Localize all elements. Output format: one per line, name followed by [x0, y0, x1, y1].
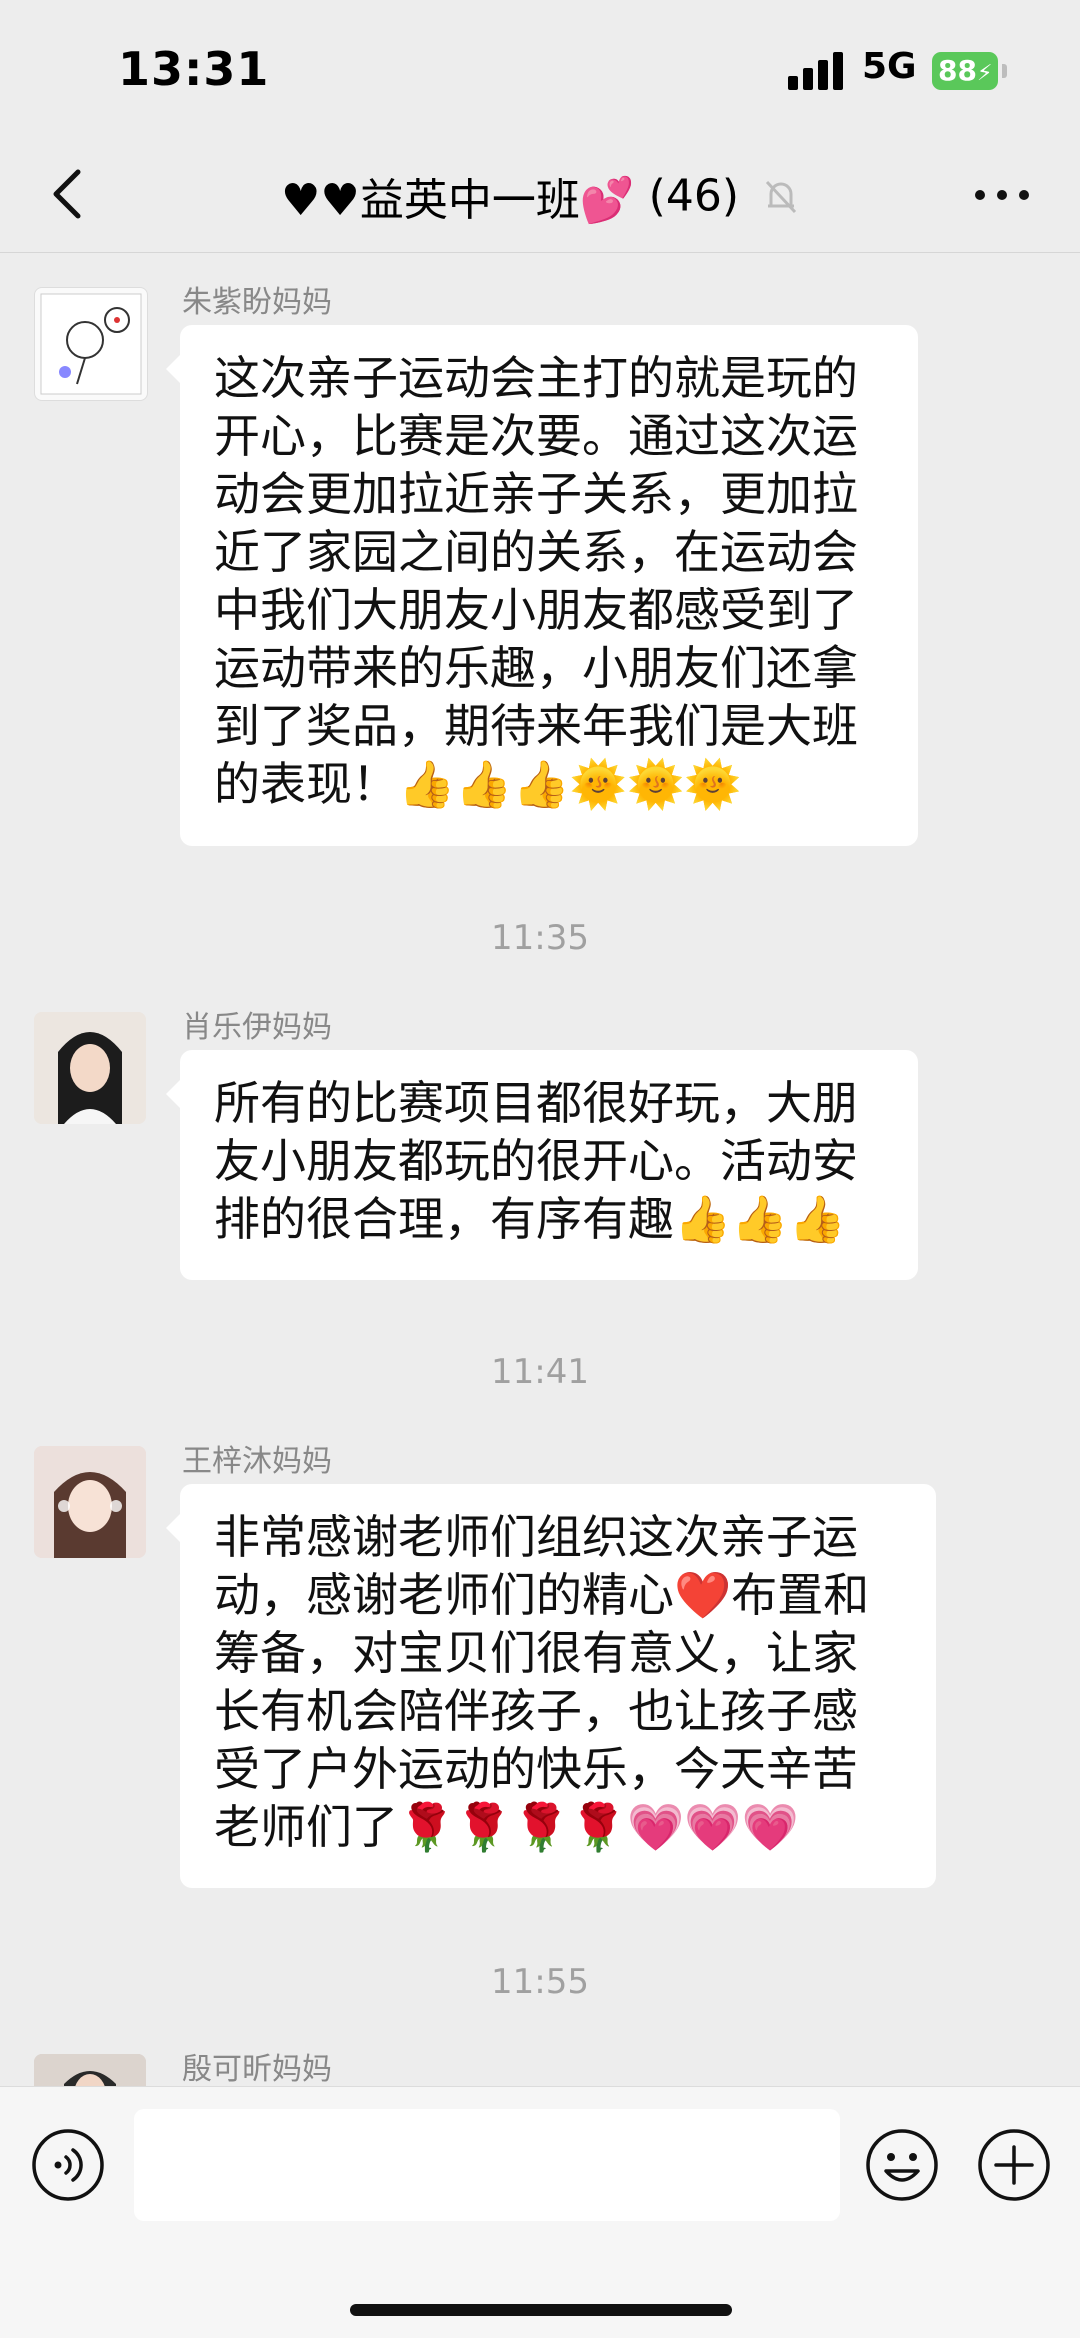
- battery-icon: 88⚡: [932, 52, 998, 90]
- sender-name: 王梓沐妈妈: [182, 1444, 332, 1479]
- battery-tip: [1002, 64, 1007, 78]
- timestamp: 11:41: [491, 1352, 589, 1392]
- voice-icon[interactable]: [30, 2127, 106, 2203]
- sender-name: 朱紫盼妈妈: [182, 285, 332, 320]
- sender-name: 殷可昕妈妈: [182, 2052, 332, 2086]
- timestamp: 11:55: [491, 1962, 589, 2002]
- avatar[interactable]: [34, 1446, 146, 1558]
- message-input-bar: [0, 2086, 1080, 2338]
- message-bubble[interactable]: 这次亲子运动会主打的就是玩的开心，比赛是次要。通过这次运动会更加拉近亲子关系，更…: [166, 325, 918, 846]
- group-name: ♥♥益英中一班💕: [280, 175, 635, 226]
- status-bar: 13:31 5G 88⚡: [0, 0, 1080, 140]
- signal-strength-icon: [788, 52, 848, 90]
- status-time: 13:31: [118, 42, 270, 96]
- avatar[interactable]: [34, 2054, 146, 2086]
- bell-slash-icon: [765, 180, 797, 214]
- chat-title[interactable]: ♥♥益英中一班💕 (46): [0, 164, 1080, 228]
- home-indicator[interactable]: [350, 2304, 732, 2316]
- member-count: (46): [648, 170, 739, 222]
- network-type: 5G: [862, 46, 917, 87]
- avatar[interactable]: [34, 287, 148, 401]
- chat-header: ♥♥益英中一班💕 (46): [0, 140, 1080, 253]
- more-dots-icon[interactable]: [972, 180, 1032, 210]
- avatar[interactable]: [34, 1012, 146, 1124]
- message-input[interactable]: [134, 2109, 840, 2221]
- plus-icon[interactable]: [976, 2127, 1052, 2203]
- sender-name: 肖乐伊妈妈: [182, 1010, 332, 1045]
- message-bubble[interactable]: 所有的比赛项目都很好玩，大朋友小朋友都玩的很开心。活动安排的很合理，有序有趣👍👍…: [166, 1050, 918, 1280]
- battery-level: 88: [938, 54, 977, 87]
- message-bubble[interactable]: 非常感谢老师们组织这次亲子运动，感谢老师们的精心❤️布置和筹备，对宝贝们很有意义…: [166, 1484, 936, 1888]
- emoji-icon[interactable]: [864, 2127, 940, 2203]
- chat-message-list[interactable]: 朱紫盼妈妈 这次亲子运动会主打的就是玩的开心，比赛是次要。通过这次运动会更加拉近…: [0, 254, 1080, 2086]
- timestamp: 11:35: [491, 918, 589, 958]
